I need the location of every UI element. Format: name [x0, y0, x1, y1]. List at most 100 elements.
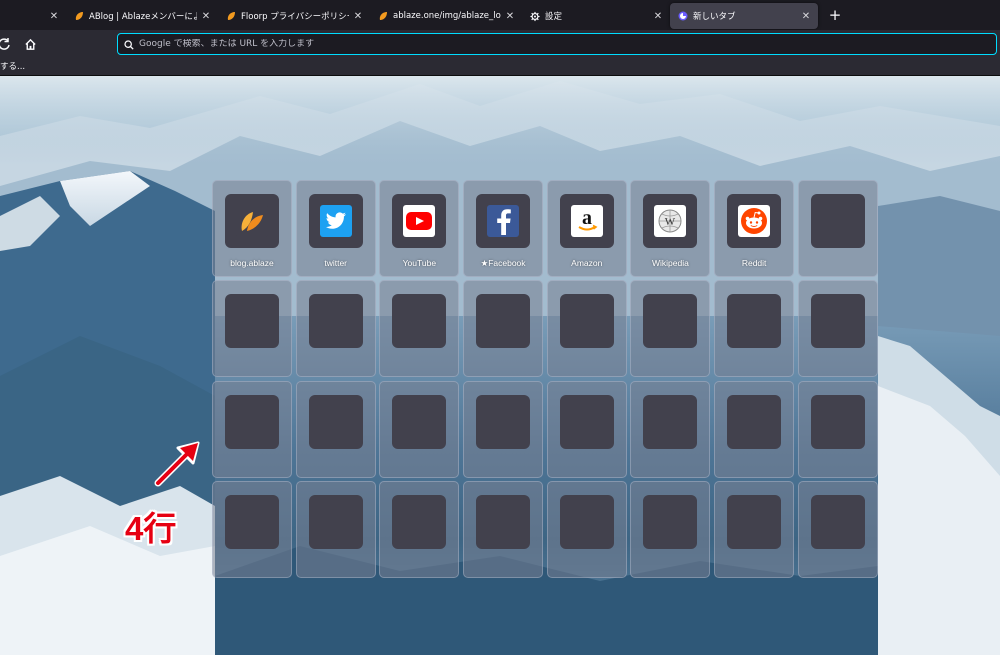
ablaze-leaf-icon — [226, 11, 236, 21]
speed-dial-tile-empty[interactable] — [295, 480, 376, 578]
speed-dial-tile-empty[interactable] — [546, 380, 627, 478]
tile-thumbnail — [559, 294, 614, 349]
tile-label: blog.ablaze — [230, 258, 274, 268]
tile-thumbnail — [643, 394, 698, 449]
tile-label: YouTube — [402, 258, 437, 268]
speed-dial-tile-empty[interactable] — [630, 280, 711, 378]
close-icon[interactable]: ✕ — [352, 11, 364, 22]
speed-dial-tile-youtube[interactable]: YouTube — [379, 180, 460, 277]
tile-thumbnail — [559, 394, 614, 449]
tile-label: Reddit — [741, 258, 767, 268]
search-input[interactable] — [139, 39, 939, 49]
speed-dial-tile-empty[interactable] — [463, 280, 544, 378]
speed-dial-tile-empty[interactable] — [797, 480, 878, 578]
reddit-alien-icon — [738, 205, 771, 237]
tile-thumbnail — [392, 494, 447, 549]
speed-dial-grid: blog.ablaze twitter YouTube ★Facebook a … — [212, 180, 878, 578]
close-icon[interactable]: ✕ — [504, 11, 516, 22]
tile-thumbnail — [308, 494, 363, 549]
speed-dial-tile-empty[interactable] — [714, 280, 795, 378]
tab-new-tab[interactable]: 新しいタブ ✕ — [670, 3, 818, 29]
speed-dial-tile-twitter[interactable]: twitter — [295, 180, 376, 277]
home-icon[interactable] — [20, 34, 40, 54]
tab-label: ABlog | Ablazeメンバーによるブログ — [89, 12, 197, 22]
tab-label: 新しいタブ — [693, 12, 736, 22]
speed-dial-tile-empty[interactable] — [379, 380, 460, 478]
tile-thumbnail — [727, 394, 782, 449]
tab-0[interactable]: ✕ — [0, 3, 66, 29]
speed-dial-tile-empty[interactable] — [714, 380, 795, 478]
tile-thumbnail — [643, 294, 698, 349]
navigation-bar — [0, 30, 1000, 58]
annotation-label: 4行 — [125, 510, 177, 547]
tile-thumbnail — [392, 294, 447, 349]
new-tab-button[interactable]: + — [824, 6, 846, 24]
annotation-arrow-icon — [154, 441, 200, 487]
speed-dial-tile-empty[interactable] — [379, 280, 460, 378]
tile-thumbnail — [225, 394, 279, 449]
ablaze-leaf-icon — [378, 11, 388, 21]
speed-dial-tile-empty[interactable] — [630, 380, 711, 478]
tile-label: Wikipedia — [652, 258, 689, 268]
youtube-play-icon — [403, 205, 436, 237]
tile-thumbnail: W — [643, 194, 698, 248]
reload-icon[interactable] — [0, 34, 14, 54]
facebook-f-icon — [487, 205, 520, 237]
speed-dial-tile-empty[interactable] — [797, 280, 878, 378]
tab-label: Floorp プライバシーポリシー / Ablaze — [241, 12, 349, 22]
speed-dial-tile-empty[interactable] — [212, 380, 292, 478]
tile-thumbnail — [643, 494, 698, 549]
speed-dial-tile-empty[interactable] — [797, 380, 878, 478]
amazon-a-icon: a — [570, 205, 603, 237]
bookmark-item[interactable]: する... — [0, 60, 25, 72]
speed-dial-tile-empty[interactable] — [714, 480, 795, 578]
speed-dial-tile-empty[interactable] — [546, 280, 627, 378]
tile-thumbnail — [810, 194, 865, 248]
tile-thumbnail — [308, 294, 363, 349]
tile-thumbnail — [476, 494, 531, 549]
tab-ablog[interactable]: ABlog | Ablazeメンバーによるブログ ✕ — [66, 3, 218, 29]
tile-label: twitter — [324, 258, 348, 268]
speed-dial-tile-empty[interactable] — [212, 280, 292, 378]
tab-label: ablaze.one/img/ablaze_logo_v2. — [393, 11, 501, 21]
speed-dial-tile-reddit[interactable]: Reddit — [714, 180, 795, 277]
url-bar[interactable] — [117, 33, 997, 55]
tile-thumbnail — [810, 394, 865, 449]
close-icon[interactable]: ✕ — [800, 11, 812, 22]
speed-dial-tile-empty[interactable] — [379, 480, 460, 578]
close-icon[interactable]: ✕ — [652, 11, 664, 22]
speed-dial-tile-amazon[interactable]: a Amazon — [546, 180, 627, 277]
tab-settings[interactable]: 設定 ✕ — [522, 3, 670, 29]
ablaze-leaf-icon — [236, 205, 268, 237]
tile-thumbnail — [225, 294, 279, 349]
tab-ablaze-logo[interactable]: ablaze.one/img/ablaze_logo_v2. ✕ — [370, 3, 522, 29]
speed-dial-tile-empty[interactable] — [630, 480, 711, 578]
speed-dial-tile-empty[interactable] — [463, 380, 544, 478]
speed-dial-tile-blog-ablaze[interactable]: blog.ablaze — [212, 180, 292, 277]
speed-dial-tile-empty[interactable] — [295, 380, 376, 478]
tile-thumbnail — [476, 294, 531, 349]
speed-dial-tile-empty[interactable] — [212, 480, 292, 578]
speed-dial-tile-empty[interactable] — [546, 480, 627, 578]
tile-label: ★Facebook — [480, 258, 526, 268]
bookmarks-toolbar: する... — [0, 58, 1000, 76]
speed-dial-tile-wikipedia[interactable]: W Wikipedia — [630, 180, 711, 277]
tile-thumbnail — [810, 294, 865, 349]
speed-dial-tile-empty[interactable] — [797, 180, 878, 277]
tab-strip: ✕ ABlog | Ablazeメンバーによるブログ ✕ Floorp プライバ… — [0, 0, 1000, 30]
svg-text:a: a — [582, 207, 592, 229]
floorp-icon — [678, 11, 688, 21]
tab-floorp-privacy[interactable]: Floorp プライバシーポリシー / Ablaze ✕ — [218, 3, 370, 29]
tile-thumbnail — [559, 494, 614, 549]
speed-dial-tile-empty[interactable] — [295, 280, 376, 378]
tile-thumbnail — [308, 194, 363, 248]
wikipedia-globe-icon: W — [654, 205, 687, 237]
speed-dial-tile-facebook[interactable]: ★Facebook — [463, 180, 544, 277]
gear-icon — [530, 11, 540, 21]
tile-thumbnail — [392, 394, 447, 449]
close-icon[interactable]: ✕ — [200, 11, 212, 22]
speed-dial-tile-empty[interactable] — [463, 480, 544, 578]
twitter-bird-icon — [319, 205, 352, 237]
close-icon[interactable]: ✕ — [48, 11, 60, 22]
tile-thumbnail — [727, 294, 782, 349]
